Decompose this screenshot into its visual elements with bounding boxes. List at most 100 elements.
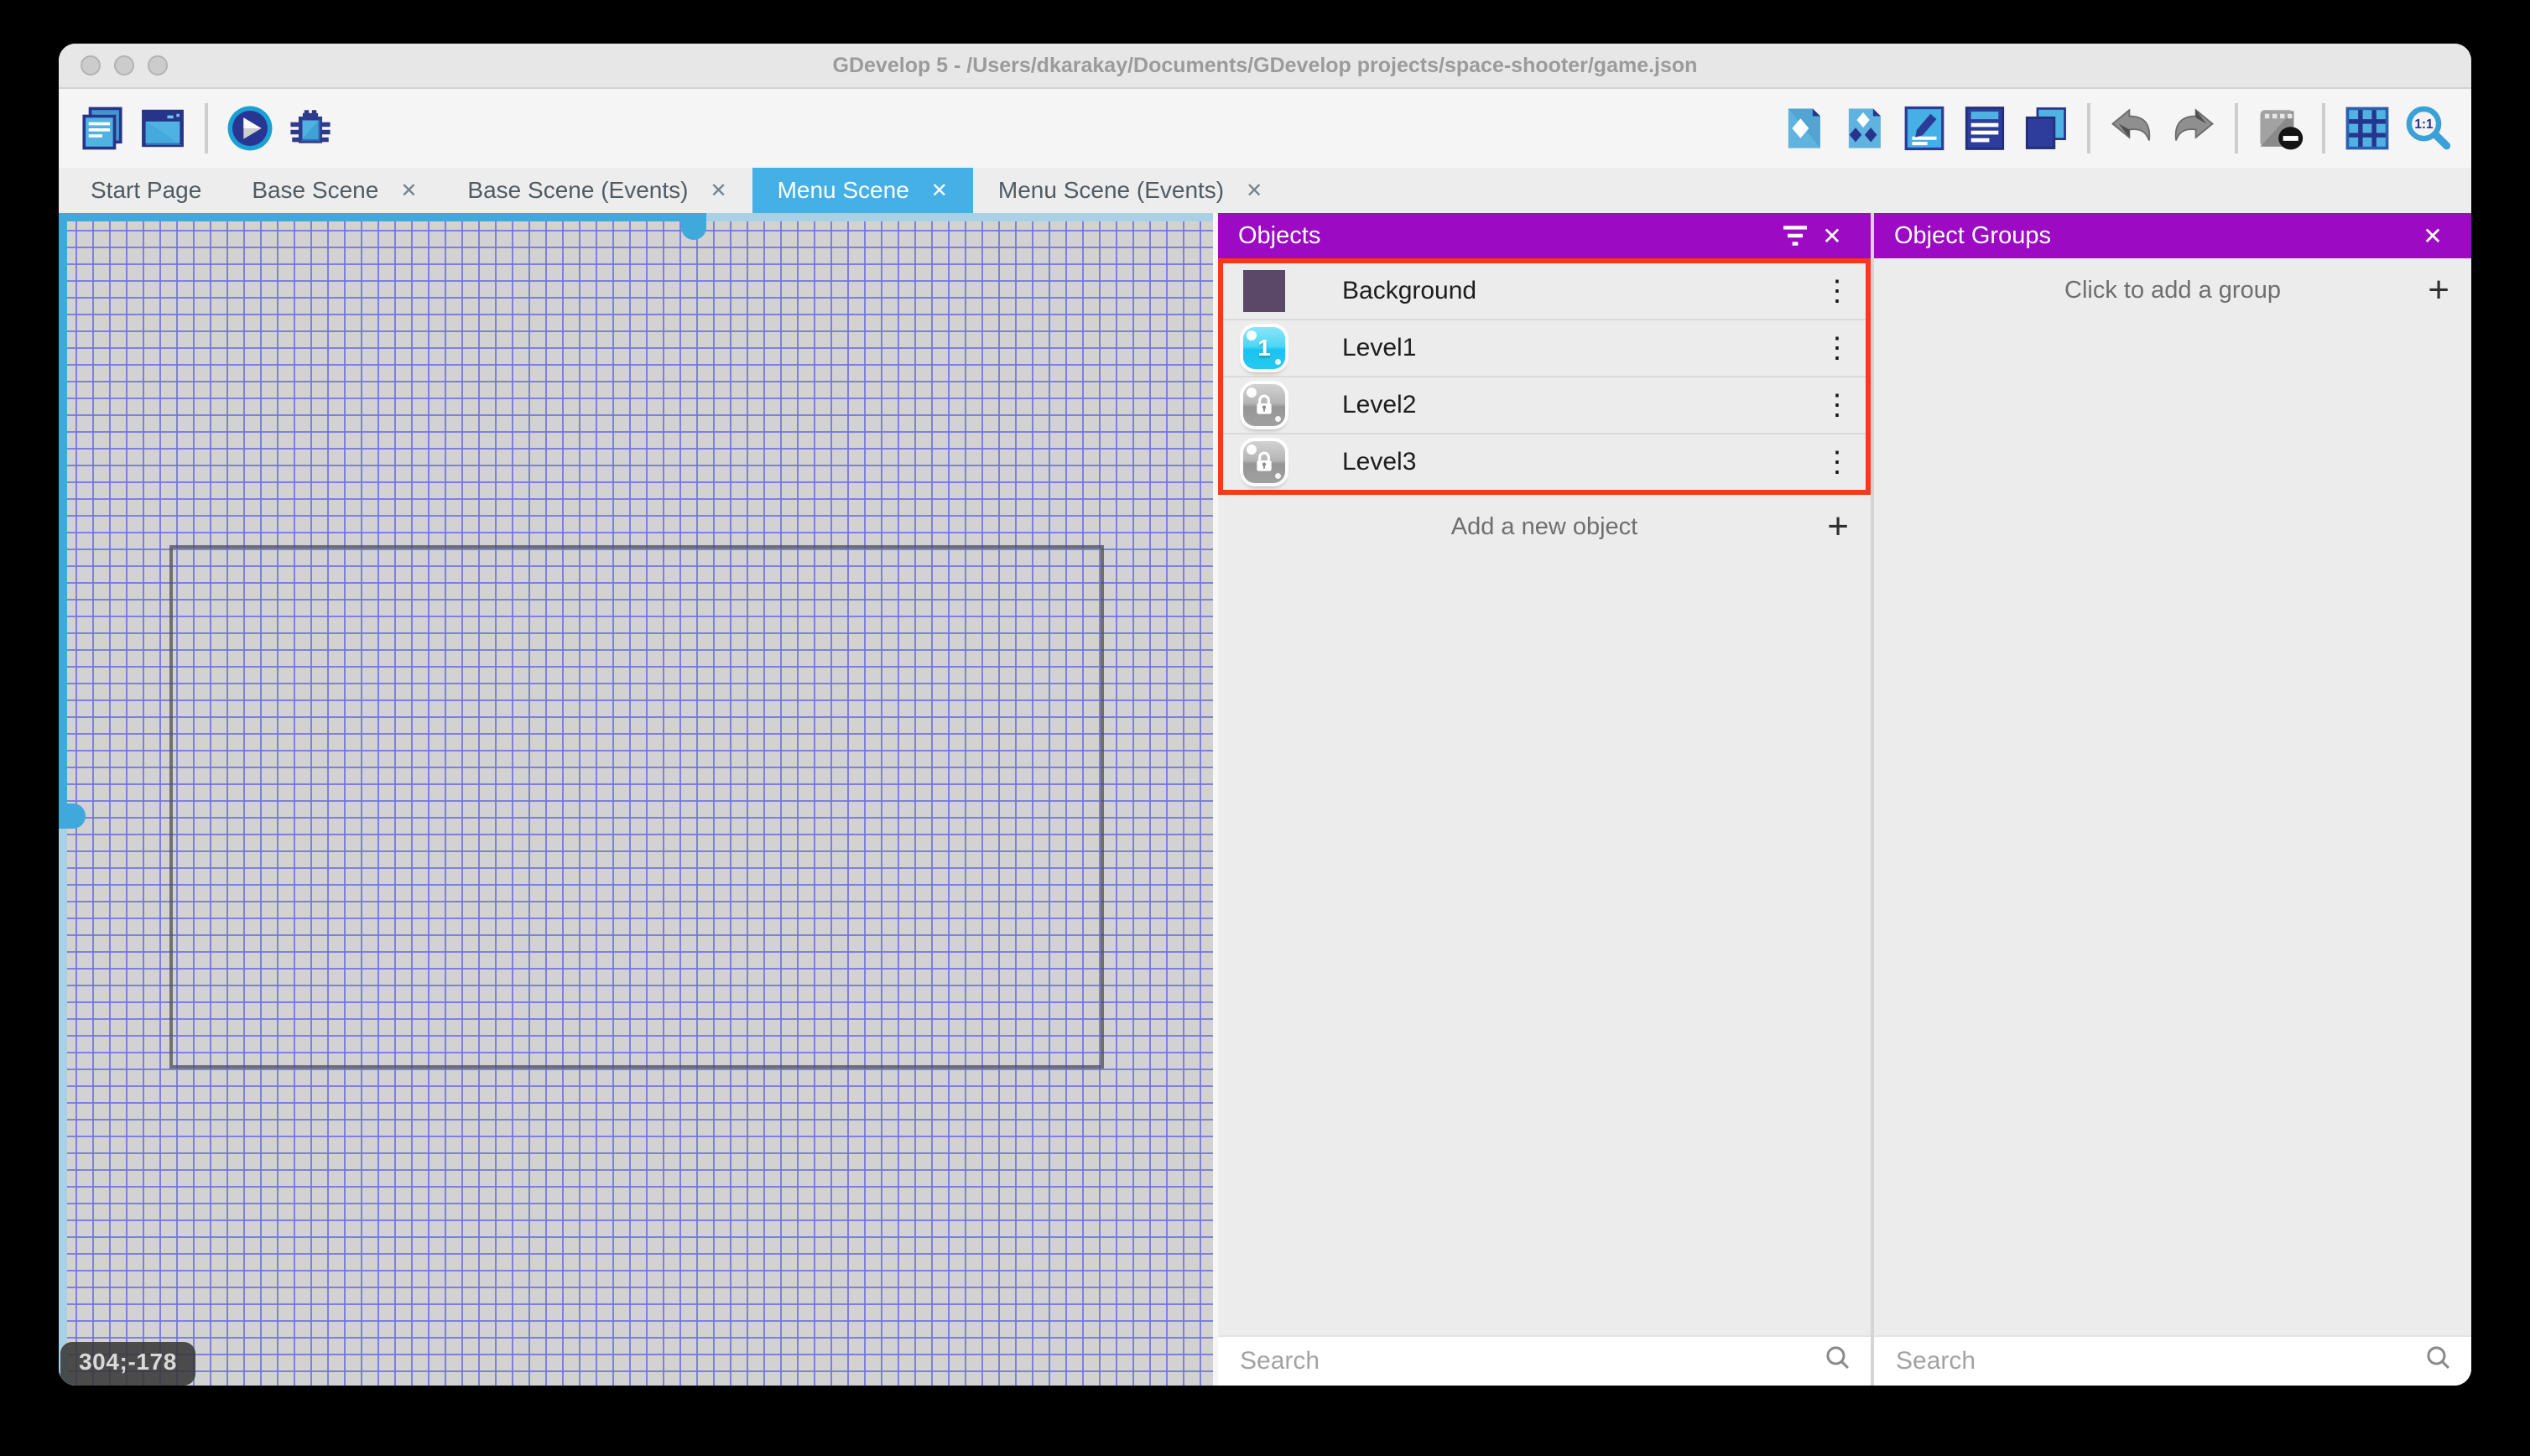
debug-button[interactable] <box>280 95 341 162</box>
object-groups-panel-title: Object Groups <box>1894 221 2051 249</box>
objects-panel-title: Objects <box>1238 221 1321 249</box>
object-row[interactable]: Level2 ⋮ <box>1223 377 1866 434</box>
cursor-coordinates-badge: 304;-178 <box>60 1342 195 1386</box>
toolbar-separator <box>2087 103 2090 153</box>
close-tab-icon[interactable]: ✕ <box>931 179 948 203</box>
project-manager-button[interactable] <box>72 95 133 162</box>
add-object-group-button[interactable] <box>1834 95 1894 162</box>
plus-icon[interactable]: + <box>1827 508 1849 545</box>
tab-start-page[interactable]: Start Page <box>65 168 226 213</box>
level1-button-icon: 1 <box>1243 327 1285 369</box>
objects-panel-header: Objects ✕ <box>1218 213 1871 258</box>
vertical-scrollbar-range <box>59 213 67 829</box>
search-icon[interactable] <box>2424 1344 2453 1379</box>
tab-label: Base Scene <box>252 177 379 203</box>
screenshot-stage: GDevelop 5 - /Users/dkarakay/Documents/G… <box>0 0 2530 1456</box>
play-preview-icon <box>226 104 274 153</box>
undo-icon <box>2108 104 2157 153</box>
toolbar-separator <box>205 103 208 153</box>
layers-button[interactable] <box>2015 95 2075 162</box>
toolbar-separator <box>2322 103 2325 153</box>
instances-list-icon <box>1960 104 2009 153</box>
kebab-menu-icon[interactable]: ⋮ <box>1809 277 1866 305</box>
add-group-row[interactable]: Click to add a group + <box>1874 258 2471 322</box>
close-tab-icon[interactable]: ✕ <box>400 179 417 203</box>
kebab-menu-icon[interactable]: ⋮ <box>1809 391 1866 419</box>
search-icon[interactable] <box>1824 1344 1852 1379</box>
zoom-window-button[interactable] <box>148 55 168 75</box>
undo-button[interactable] <box>2102 95 2163 162</box>
add-object-row[interactable]: Add a new object + <box>1218 495 1871 559</box>
objects-list-highlight: Background ⋮ 1 Level1 ⋮ Level2 ⋮ Level3 … <box>1218 258 1871 495</box>
window-title: GDevelop 5 - /Users/dkarakay/Documents/G… <box>832 53 1698 77</box>
object-groups-panel: Object Groups ✕ Click to add a group + <box>1874 213 2471 1386</box>
object-row[interactable]: Background ⋮ <box>1223 263 1866 320</box>
redo-button[interactable] <box>2163 95 2223 162</box>
scene-window-outline <box>169 545 1104 1069</box>
tab-menu-scene[interactable]: Menu Scene ✕ <box>752 168 973 213</box>
tab-label: Start Page <box>91 177 202 203</box>
close-panel-icon[interactable]: ✕ <box>1814 217 1851 254</box>
kebab-menu-icon[interactable]: ⋮ <box>1809 334 1866 362</box>
tab-base-scene-events[interactable]: Base Scene (Events) ✕ <box>442 168 752 213</box>
vertical-scrollbar-thumb[interactable] <box>59 803 86 829</box>
groups-search-input[interactable] <box>1892 1345 2414 1377</box>
tab-menu-scene-events[interactable]: Menu Scene (Events) ✕ <box>973 168 1288 213</box>
add-object-button[interactable] <box>1773 95 1834 162</box>
lock-icon <box>1243 384 1285 426</box>
horizontal-scrollbar-thumb[interactable] <box>681 213 706 240</box>
minimize-window-button[interactable] <box>114 55 134 75</box>
close-tab-icon[interactable]: ✕ <box>1246 179 1262 203</box>
object-row[interactable]: 1 Level1 ⋮ <box>1223 320 1866 377</box>
object-groups-empty-area <box>1874 322 2471 1335</box>
add-object-icon <box>1779 104 1828 153</box>
close-panel-icon[interactable]: ✕ <box>2414 217 2451 254</box>
kebab-menu-icon[interactable]: ⋮ <box>1809 448 1866 476</box>
toolbar: 1:1 <box>59 89 2471 168</box>
tab-label: Menu Scene (Events) <box>997 177 1225 203</box>
object-name: Background <box>1342 277 1477 304</box>
background-thumbnail <box>1243 270 1285 312</box>
filter-icon[interactable] <box>1777 217 1814 254</box>
toggle-instances-mask-button[interactable] <box>2250 95 2310 162</box>
horizontal-scrollbar-range <box>59 213 695 221</box>
scene-editor-canvas[interactable]: 304;-178 <box>59 213 1213 1386</box>
close-tab-icon[interactable]: ✕ <box>710 179 726 203</box>
project-manager-icon <box>78 104 127 153</box>
groups-search-bar <box>1874 1335 2471 1386</box>
main-content: 304;-178 Objects ✕ Background ⋮ 1 Level1… <box>59 213 2471 1386</box>
instances-list-button[interactable] <box>1955 95 2015 162</box>
zoom-1-1-icon: 1:1 <box>2403 104 2452 153</box>
object-name: Level1 <box>1342 334 1417 361</box>
svg-text:1:1: 1:1 <box>2414 117 2434 132</box>
objects-search-bar <box>1218 1335 1871 1386</box>
add-object-group-icon <box>1840 104 1888 153</box>
toggle-instances-mask-icon <box>2256 104 2304 153</box>
preview-window-icon <box>138 104 187 153</box>
app-window: GDevelop 5 - /Users/dkarakay/Documents/G… <box>59 44 2471 1386</box>
titlebar: GDevelop 5 - /Users/dkarakay/Documents/G… <box>59 44 2471 89</box>
tab-label: Menu Scene <box>777 177 909 203</box>
plus-icon[interactable]: + <box>2428 272 2449 309</box>
preview-window-button[interactable] <box>133 95 193 162</box>
object-name: Level2 <box>1342 391 1417 419</box>
tab-base-scene[interactable]: Base Scene ✕ <box>226 168 442 213</box>
grid-icon <box>2343 104 2392 153</box>
object-row[interactable]: Level3 ⋮ <box>1223 434 1866 490</box>
layers-icon <box>2021 104 2069 153</box>
zoom-reset-button[interactable]: 1:1 <box>2397 95 2458 162</box>
edit-scene-properties-button[interactable] <box>1894 95 1955 162</box>
toggle-grid-button[interactable] <box>2337 95 2397 162</box>
redo-icon <box>2168 104 2217 153</box>
objects-panel: Objects ✕ Background ⋮ 1 Level1 ⋮ Level2… <box>1218 213 1871 1386</box>
tab-bar: Start Page Base Scene ✕ Base Scene (Even… <box>59 168 2471 213</box>
launch-preview-button[interactable] <box>220 95 280 162</box>
objects-search-input[interactable] <box>1236 1345 1814 1377</box>
add-group-label: Click to add a group <box>2064 276 2281 304</box>
close-window-button[interactable] <box>81 55 101 75</box>
debug-icon <box>286 104 335 153</box>
tab-label: Base Scene (Events) <box>467 177 689 203</box>
traffic-lights <box>81 44 168 87</box>
object-name: Level3 <box>1342 448 1417 476</box>
object-groups-panel-header: Object Groups ✕ <box>1874 213 2471 258</box>
